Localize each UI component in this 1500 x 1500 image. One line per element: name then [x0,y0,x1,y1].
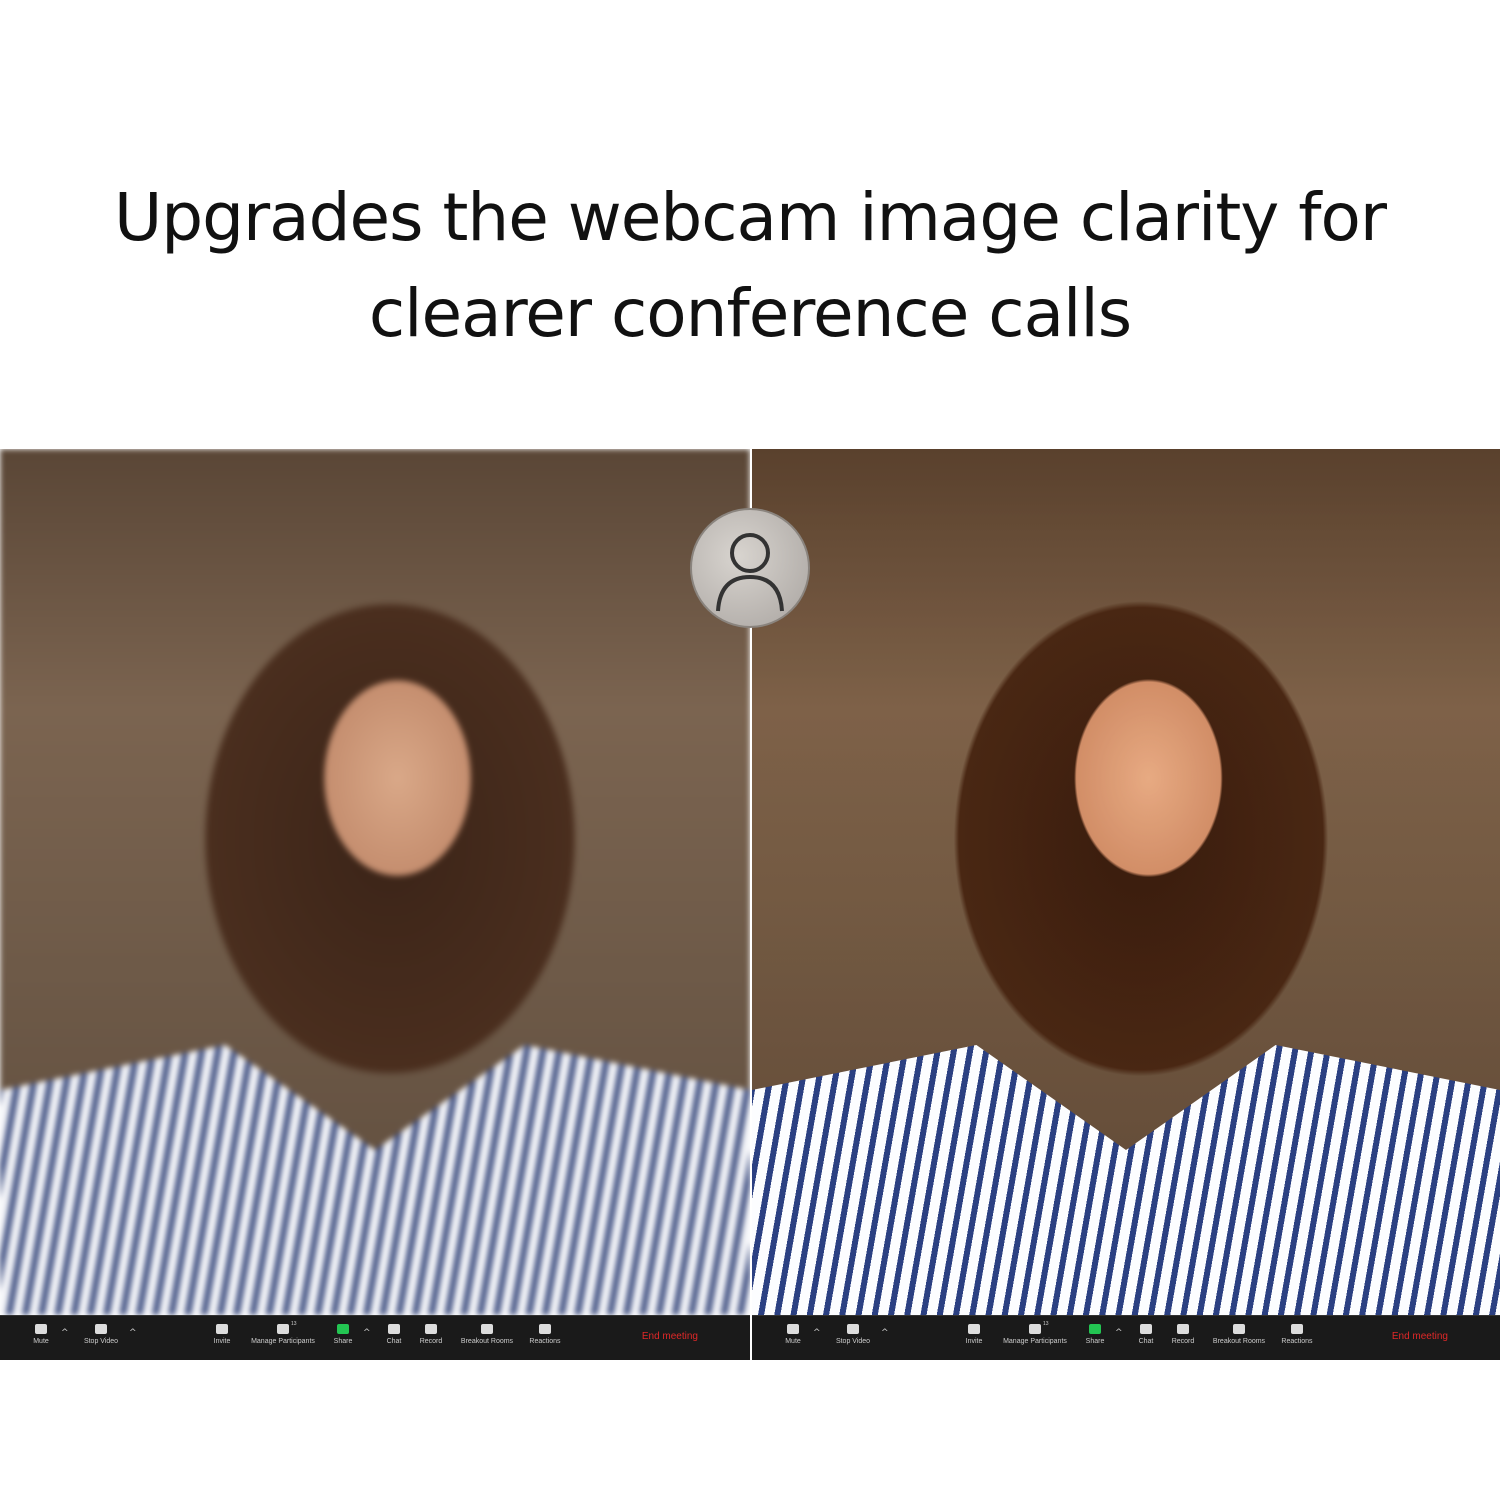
toolbar-label: Share [1085,1338,1105,1345]
participants-icon [1029,1324,1041,1334]
meeting-toolbar: Mute ^ Stop Video ^ Invite Manage Participant… [752,1315,1500,1360]
toolbar-label: Record [1171,1338,1195,1345]
participant-count: 13 [291,1321,297,1327]
webcam-photo-blurry [0,449,750,1315]
toolbar-reactions-button[interactable]: Reactions [1257,1324,1337,1345]
headline-line-2: clearer conference calls [368,275,1132,352]
video-camera-icon [847,1324,859,1334]
toolbar-label: Record [419,1338,443,1345]
headline: Upgrades the webcam image clarity for cl… [0,170,1500,362]
breakout-rooms-icon [481,1324,493,1334]
breakout-rooms-icon [1233,1324,1245,1334]
toolbar-label: Invite [965,1338,983,1345]
record-icon [1177,1324,1189,1334]
user-icon [690,508,810,628]
end-meeting-button[interactable]: End meeting [642,1331,698,1342]
toolbar-label: Mute [785,1338,801,1345]
video-camera-icon [95,1324,107,1334]
reactions-icon [539,1324,551,1334]
caret-up-icon[interactable]: ^ [881,1328,889,1338]
record-icon [425,1324,437,1334]
toolbar-label: Reactions [1281,1338,1313,1345]
toolbar-label: Share [333,1338,353,1345]
headline-line-1: Upgrades the webcam image clarity for [113,179,1387,256]
share-screen-icon [1089,1324,1101,1334]
participant-count: 13 [1043,1321,1049,1327]
share-screen-icon [337,1324,349,1334]
add-user-icon [216,1324,228,1334]
microphone-icon [35,1324,47,1334]
toolbar-label: Mute [33,1338,49,1345]
toolbar-reactions-button[interactable]: Reactions [505,1324,585,1345]
toolbar-label: Invite [213,1338,231,1345]
microphone-icon [787,1324,799,1334]
meeting-toolbar: Mute ^ Stop Video ^ Invite Manage Participant… [0,1315,750,1360]
webcam-photo-sharp [752,449,1500,1315]
after-video-panel: Mute ^ Stop Video ^ Invite Manage Participant… [752,449,1500,1360]
participants-icon [277,1324,289,1334]
before-video-panel: Mute ^ Stop Video ^ Invite Manage Participant… [0,449,750,1360]
end-meeting-button[interactable]: End meeting [1392,1331,1448,1342]
add-user-icon [968,1324,980,1334]
toolbar-label: Stop Video [835,1338,871,1345]
toolbar-label: Reactions [529,1338,561,1345]
caret-up-icon[interactable]: ^ [129,1328,137,1338]
toolbar-label: Stop Video [83,1338,119,1345]
reactions-icon [1291,1324,1303,1334]
